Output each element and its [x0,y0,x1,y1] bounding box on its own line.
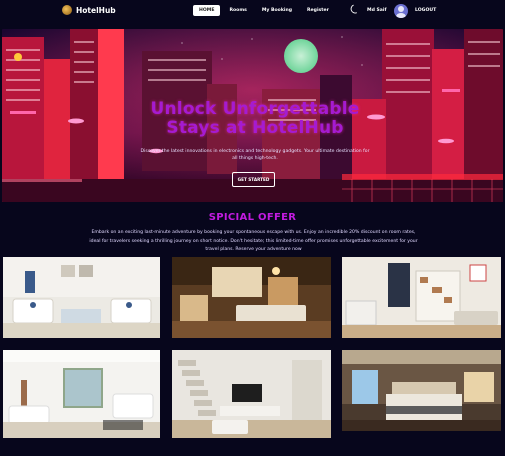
user-name: Md Saif [367,8,387,13]
room-image [172,350,331,438]
nav-links: HOME Rooms My Booking Register [193,5,335,16]
gallery-image-bookshelf-living-room[interactable] [342,257,501,338]
brand-name: HotelHub [76,5,116,15]
nav-register[interactable]: Register [301,5,335,16]
navbar: HotelHub HOME Rooms My Booking Register … [0,0,505,22]
gallery-image-wood-lounge-room[interactable] [172,257,331,338]
logo-icon [62,5,72,15]
hero-subtitle: Discover the latest innovations in elect… [140,149,370,161]
nav-home[interactable]: HOME [193,5,221,16]
gallery-image-white-living-room[interactable] [3,257,160,338]
offer-title: SPICIAL OFFER [208,212,297,223]
room-image [3,257,160,338]
room-image [342,350,501,431]
brand[interactable]: HotelHub [62,5,116,15]
get-started-button[interactable]: GET STARTED [232,172,275,187]
hero-title: Unlock Unforgettable Stays at HotelHub [140,100,370,138]
room-image [3,350,160,438]
hero-title-line1: Unlock Unforgettable [150,99,360,119]
logout-link[interactable]: LOGOUT [415,8,436,13]
hero-title-line2: Stays at HotelHub [166,118,344,138]
avatar[interactable] [394,4,408,18]
gallery-image-bright-living-room[interactable] [3,350,160,438]
nav-rooms[interactable]: Rooms [223,5,252,16]
gallery-image-staircase-room[interactable] [172,350,331,438]
moon-icon[interactable] [349,4,360,15]
hero-banner: Unlock Unforgettable Stays at HotelHub D… [2,29,503,202]
room-image [172,257,331,338]
offer-text: Embark on an exciting last-minute advent… [89,230,418,252]
room-image [342,257,501,338]
nav-my-booking[interactable]: My Booking [256,5,298,16]
gallery-image-hotel-bedroom[interactable] [342,350,501,431]
